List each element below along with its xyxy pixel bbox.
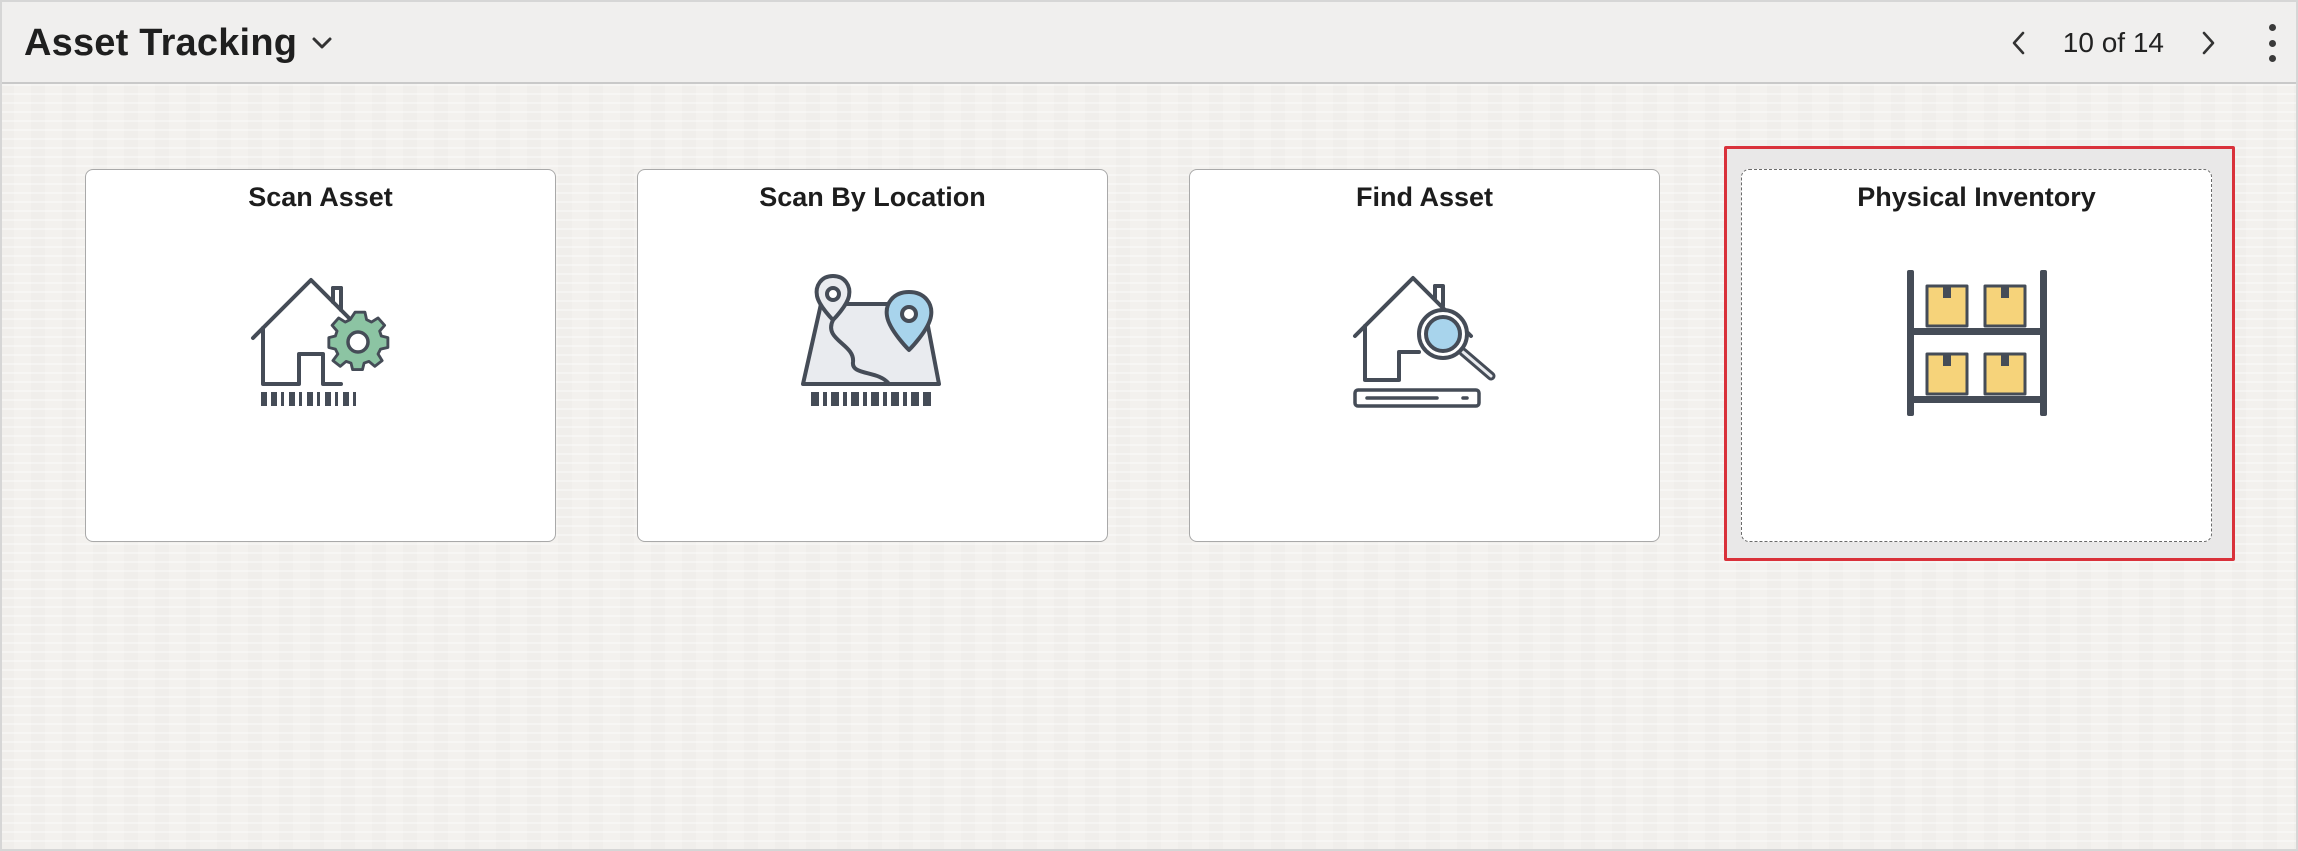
pager: 10 of 14 bbox=[2011, 2, 2216, 84]
tile-title: Scan By Location bbox=[759, 182, 986, 212]
map-pin-barcode-icon bbox=[793, 266, 953, 421]
chevron-right-icon bbox=[2202, 31, 2215, 55]
chevron-down-icon bbox=[311, 36, 333, 50]
tile-scan-by-location[interactable]: Scan By Location bbox=[637, 169, 1108, 542]
tile-find-asset[interactable]: Find Asset bbox=[1189, 169, 1660, 542]
tile-title: Scan Asset bbox=[248, 182, 393, 212]
title-dropdown[interactable]: Asset Tracking bbox=[24, 2, 333, 84]
house-magnifier-icon bbox=[1345, 266, 1505, 421]
kebab-dot bbox=[2268, 24, 2276, 31]
house-gear-barcode-icon bbox=[241, 266, 401, 421]
kebab-dot bbox=[2268, 55, 2276, 62]
tile-title: Physical Inventory bbox=[1857, 182, 2096, 212]
previous-button[interactable] bbox=[2011, 30, 2027, 56]
pager-count: 10 of 14 bbox=[2062, 27, 2164, 58]
shelf-boxes-icon bbox=[1897, 266, 2057, 421]
page-header: Asset Tracking 10 of 14 bbox=[2, 2, 2296, 84]
tile-title: Find Asset bbox=[1355, 182, 1494, 212]
page-title: Asset Tracking bbox=[24, 21, 298, 64]
tile-physical-inventory[interactable]: Physical Inventory bbox=[1741, 169, 2212, 542]
kebab-dot bbox=[2268, 39, 2276, 47]
next-button[interactable] bbox=[2200, 30, 2216, 56]
chevron-left-icon bbox=[2012, 31, 2025, 55]
more-options-button[interactable] bbox=[2262, 24, 2282, 62]
tile-scan-asset[interactable]: Scan Asset bbox=[85, 169, 556, 542]
